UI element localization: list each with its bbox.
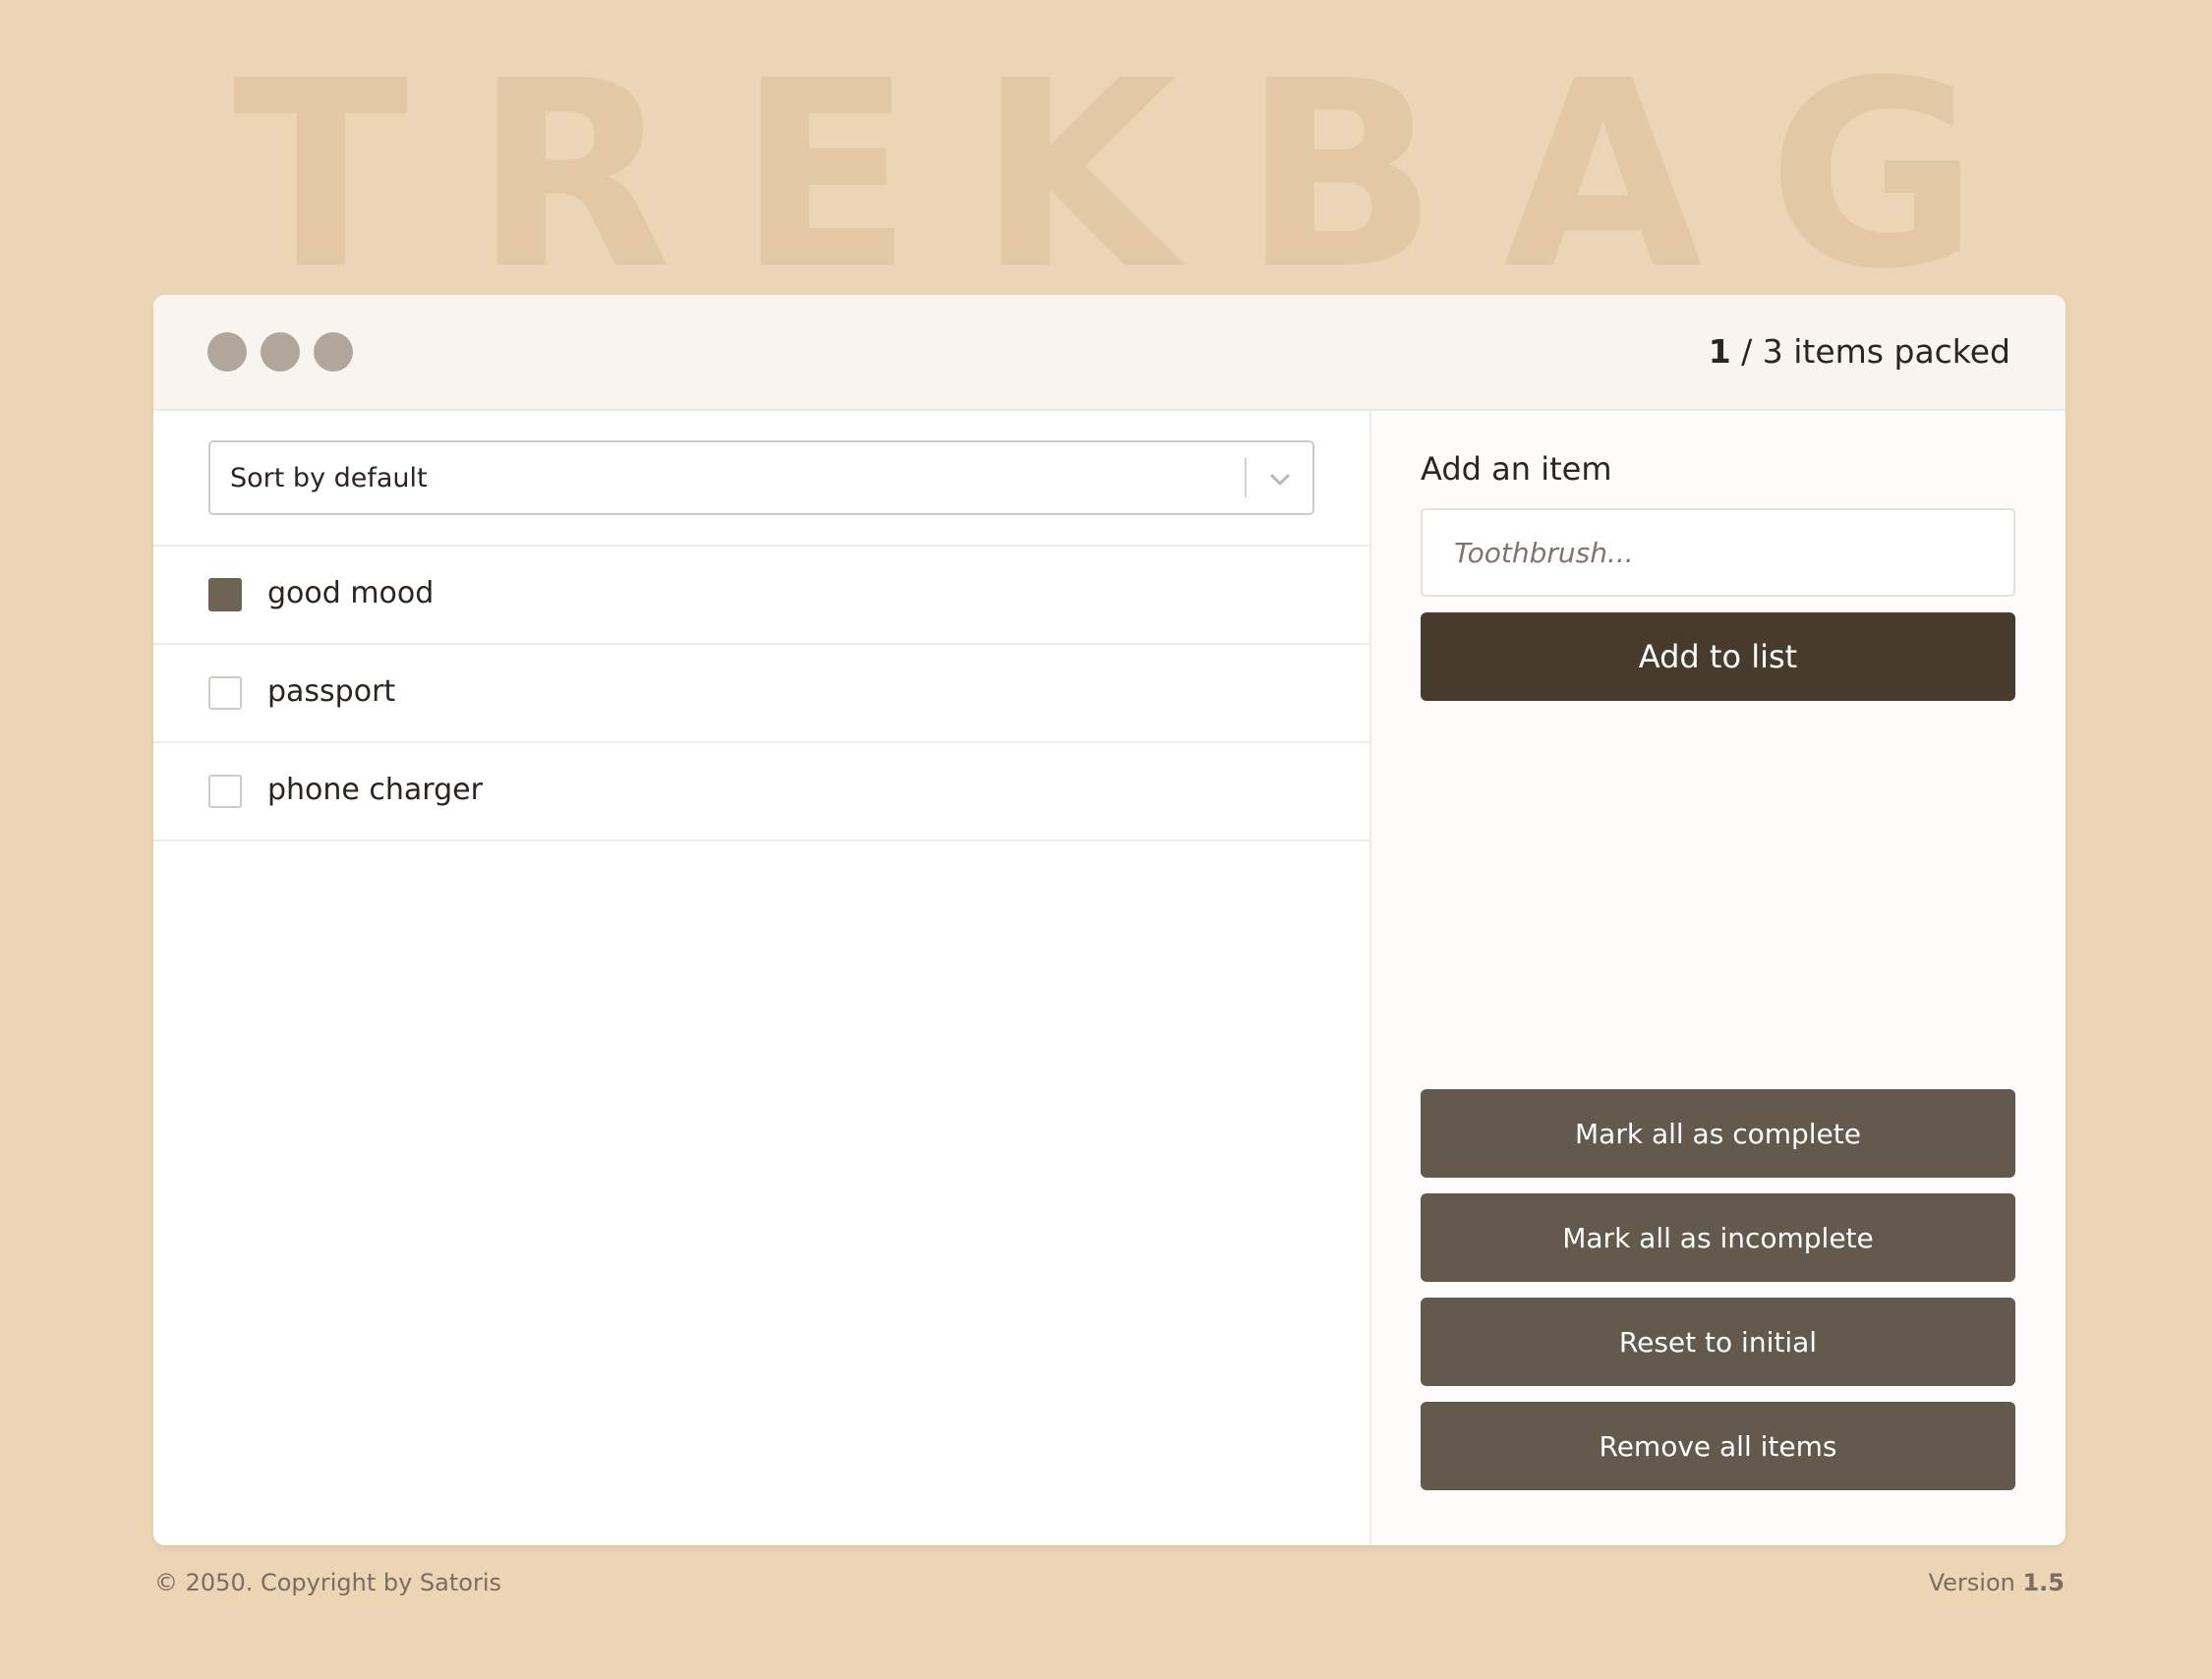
background-title: TREKBAG — [233, 26, 2044, 325]
add-item-input[interactable] — [1421, 508, 2015, 597]
version-number: 1.5 — [2022, 1569, 2065, 1596]
sort-divider — [1245, 458, 1247, 497]
footer-copyright: © 2050. Copyright by Satoris — [154, 1569, 502, 1596]
add-to-list-button[interactable]: Add to list — [1421, 612, 2015, 701]
item-label: good mood — [267, 576, 435, 610]
mark-all-complete-button[interactable]: Mark all as complete — [1421, 1089, 2015, 1178]
app-window: 1 / 3 items packed Sort by default good … — [153, 295, 2066, 1545]
reset-to-initial-button[interactable]: Reset to initial — [1421, 1298, 2015, 1386]
chevron-down-icon[interactable] — [1260, 460, 1300, 499]
packed-count: 1 — [1708, 332, 1731, 371]
item-checkbox[interactable] — [208, 775, 242, 808]
sidebar-panel: Add an item Add to list Mark all as comp… — [1369, 411, 2066, 1545]
window-header: 1 / 3 items packed — [153, 295, 2066, 411]
window-dot-icon — [261, 332, 300, 372]
item-list: good mood passport phone charger — [153, 545, 1471, 841]
item-checkbox[interactable] — [208, 676, 242, 710]
item-label: phone charger — [267, 773, 483, 807]
list-item[interactable]: passport — [153, 645, 1471, 743]
item-list-panel: Sort by default good mood passport phone… — [153, 411, 1471, 1545]
window-dot-icon — [314, 332, 353, 372]
remove-all-items-button[interactable]: Remove all items — [1421, 1402, 2015, 1490]
sort-select[interactable]: Sort by default — [208, 440, 1314, 515]
counter-suffix: / 3 items packed — [1730, 332, 2010, 371]
sort-selected-value: Sort by default — [230, 463, 428, 493]
mark-all-incomplete-button[interactable]: Mark all as incomplete — [1421, 1193, 2015, 1282]
footer-version: Version 1.5 — [1929, 1567, 2065, 1598]
list-item[interactable]: good mood — [153, 547, 1471, 645]
item-checkbox[interactable] — [208, 578, 242, 611]
list-item[interactable]: phone charger — [153, 743, 1471, 841]
item-label: passport — [267, 674, 396, 709]
add-item-heading: Add an item — [1421, 450, 1612, 488]
window-dot-icon — [207, 332, 247, 372]
items-packed-counter: 1 / 3 items packed — [1709, 330, 2010, 374]
version-label: Version — [1928, 1569, 2023, 1596]
